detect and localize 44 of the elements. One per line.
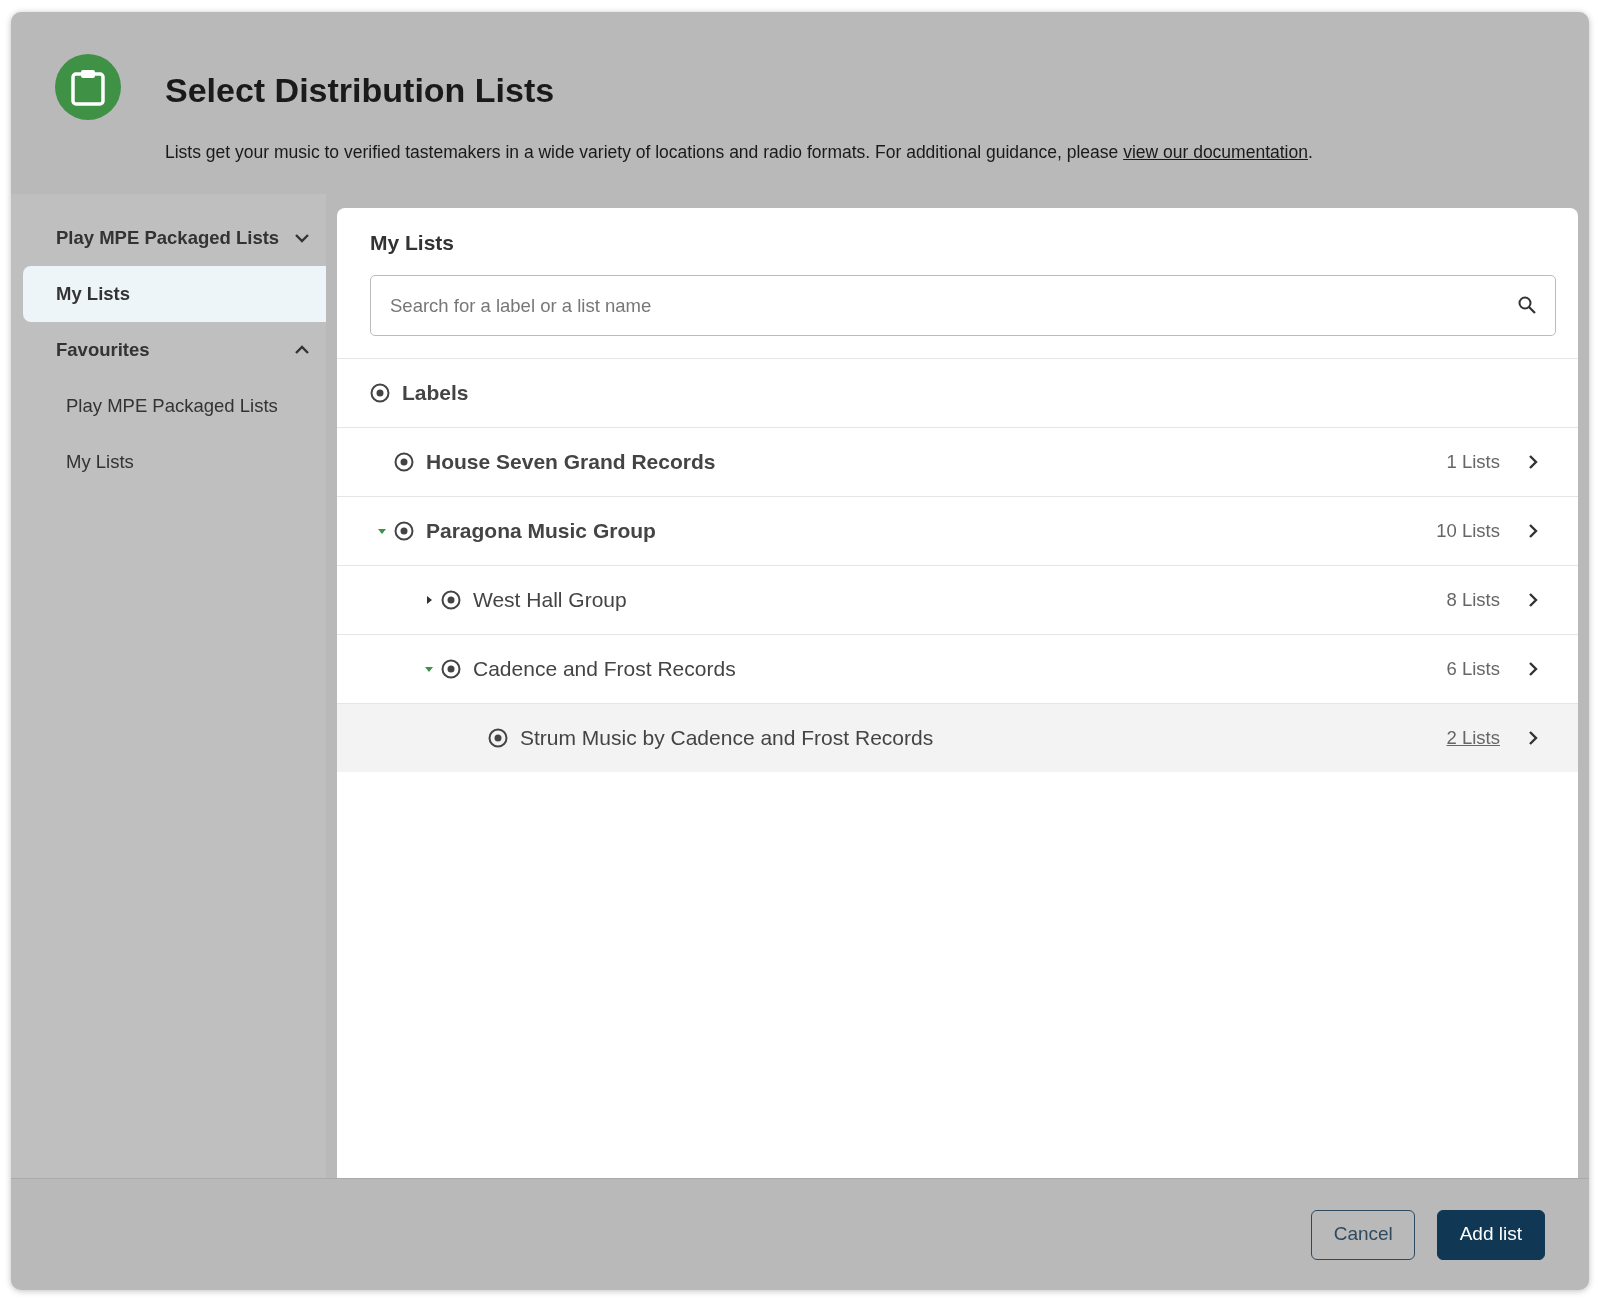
tree-label: West Hall Group	[473, 587, 627, 614]
chevron-right-icon[interactable]	[1528, 661, 1538, 678]
caret-right-icon[interactable]	[426, 596, 432, 605]
list-count[interactable]: 1 Lists	[1446, 448, 1500, 477]
tree-row[interactable]: Paragona Music Group 10 Lists	[337, 496, 1578, 566]
cancel-button[interactable]: Cancel	[1310, 1209, 1415, 1260]
caret-down-icon[interactable]	[378, 528, 386, 534]
tree-label: Paragona Music Group	[426, 518, 656, 545]
radio-icon[interactable]	[394, 521, 414, 542]
tree-label: Labels	[402, 380, 469, 407]
sidebar-item[interactable]: My Lists	[11, 434, 326, 490]
radio-icon[interactable]	[488, 728, 508, 749]
chevron-right-icon[interactable]	[1528, 454, 1538, 471]
sidebar-item[interactable]: My Lists	[23, 266, 326, 322]
chevron-right-icon[interactable]	[1528, 730, 1538, 747]
tree-row[interactable]: House Seven Grand Records 1 Lists	[337, 427, 1578, 497]
list-count[interactable]: 8 Lists	[1446, 586, 1500, 615]
search-icon	[1518, 296, 1536, 315]
chevron-right-icon[interactable]	[1528, 592, 1538, 609]
radio-icon[interactable]	[370, 383, 390, 404]
radio-icon[interactable]	[441, 659, 461, 680]
dialog-description: Lists get your music to verified tastemakers in a wide variety of locations and radio formats. For additional guidance, please view our documentation.	[165, 140, 1313, 164]
section-label[interactable]: Play MPE Packaged Lists	[56, 224, 280, 252]
caret-down-icon[interactable]	[425, 666, 433, 672]
documentation-link[interactable]: view our documentation	[1123, 141, 1308, 162]
list-count[interactable]: 10 Lists	[1436, 517, 1500, 546]
tree-row[interactable]: West Hall Group 8 Lists	[337, 565, 1578, 635]
tree-label: House Seven Grand Records	[426, 449, 716, 476]
list-count[interactable]: 2 Lists	[1446, 724, 1500, 753]
tree-row[interactable]: Strum Music by Cadence and Frost Records 2 Lists	[337, 703, 1578, 773]
panel-title: My Lists	[369, 230, 456, 256]
list-count[interactable]: 6 Lists	[1446, 655, 1500, 684]
sidebar-item[interactable]: Play MPE Packaged Lists	[11, 378, 326, 434]
add-button[interactable]: Add list	[1436, 1209, 1545, 1260]
search-field[interactable]: Search for a label or a list name	[370, 275, 1556, 337]
tree-label: Strum Music by Cadence and Frost Records	[520, 725, 934, 752]
chevron-down-icon[interactable]	[294, 233, 310, 243]
radio-icon[interactable]	[394, 452, 414, 473]
radio-icon[interactable]	[441, 590, 461, 611]
tree-label: Cadence and Frost Records	[473, 656, 736, 683]
dialog-title: Select Distribution Lists	[165, 70, 556, 111]
chevron-up-icon[interactable]	[294, 345, 310, 355]
chevron-right-icon[interactable]	[1528, 523, 1538, 540]
section-label[interactable]: Favourites	[56, 336, 150, 364]
